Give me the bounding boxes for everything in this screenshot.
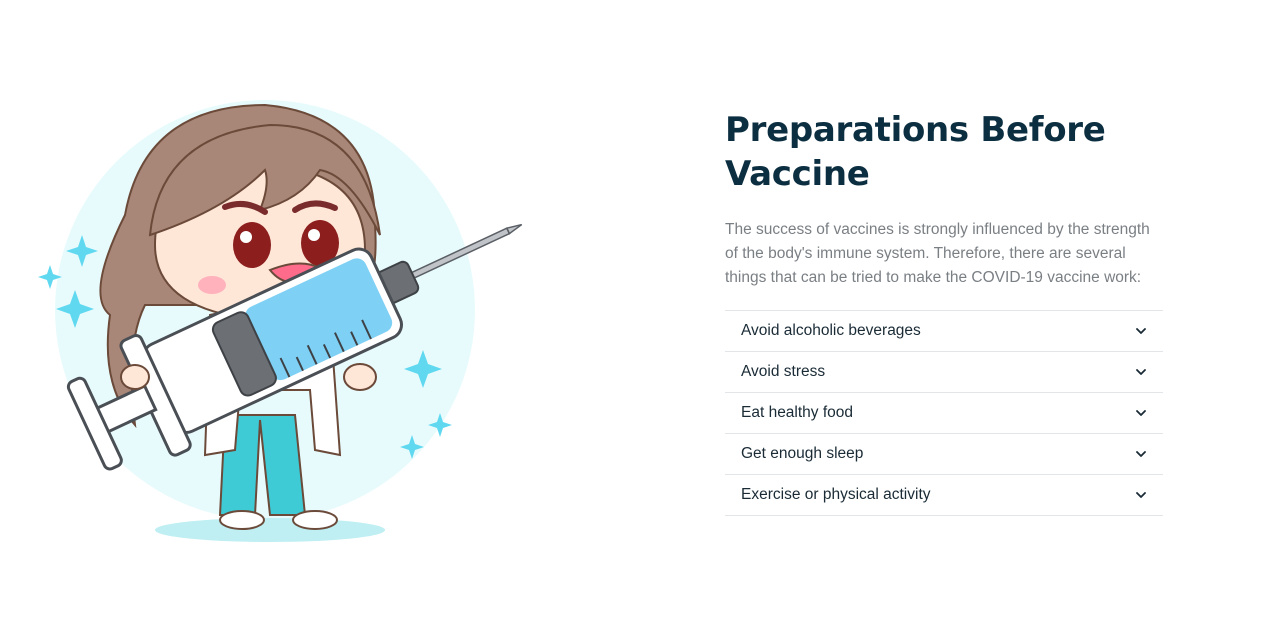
chevron-down-icon[interactable] xyxy=(1135,489,1147,501)
faq-item-exercise[interactable]: Exercise or physical activity xyxy=(725,475,1163,516)
faq-item-eat-healthy[interactable]: Eat healthy food xyxy=(725,393,1163,434)
section-title-line2: Vaccine xyxy=(725,154,870,194)
faq-item-enough-sleep[interactable]: Get enough sleep xyxy=(725,434,1163,475)
page: Preparations Before Vaccine The success … xyxy=(0,0,1283,630)
content-section: Preparations Before Vaccine The success … xyxy=(725,108,1165,516)
faq-item-label: Exercise or physical activity xyxy=(741,486,931,503)
section-description: The success of vaccines is strongly infl… xyxy=(725,221,1150,286)
faq-accordion: Avoid alcoholic beverages Avoid stress E… xyxy=(725,310,1163,516)
chevron-down-icon[interactable] xyxy=(1135,407,1147,419)
faq-item-avoid-stress[interactable]: Avoid stress xyxy=(725,352,1163,393)
faq-item-label: Avoid alcoholic beverages xyxy=(741,322,921,339)
nurse-syringe-image xyxy=(38,100,523,542)
section-title: Preparations Before Vaccine xyxy=(725,108,1165,196)
faq-item-label: Get enough sleep xyxy=(741,445,864,462)
chevron-down-icon[interactable] xyxy=(1135,448,1147,460)
chevron-down-icon[interactable] xyxy=(1135,325,1147,337)
faq-item-label: Avoid stress xyxy=(741,363,826,380)
faq-item-avoid-alcohol[interactable]: Avoid alcoholic beverages xyxy=(725,311,1163,352)
nurse-syringe-illustration xyxy=(30,95,540,555)
section-title-line1: Preparations Before xyxy=(725,110,1106,150)
faq-item-label: Eat healthy food xyxy=(741,404,854,421)
chevron-down-icon[interactable] xyxy=(1135,366,1147,378)
